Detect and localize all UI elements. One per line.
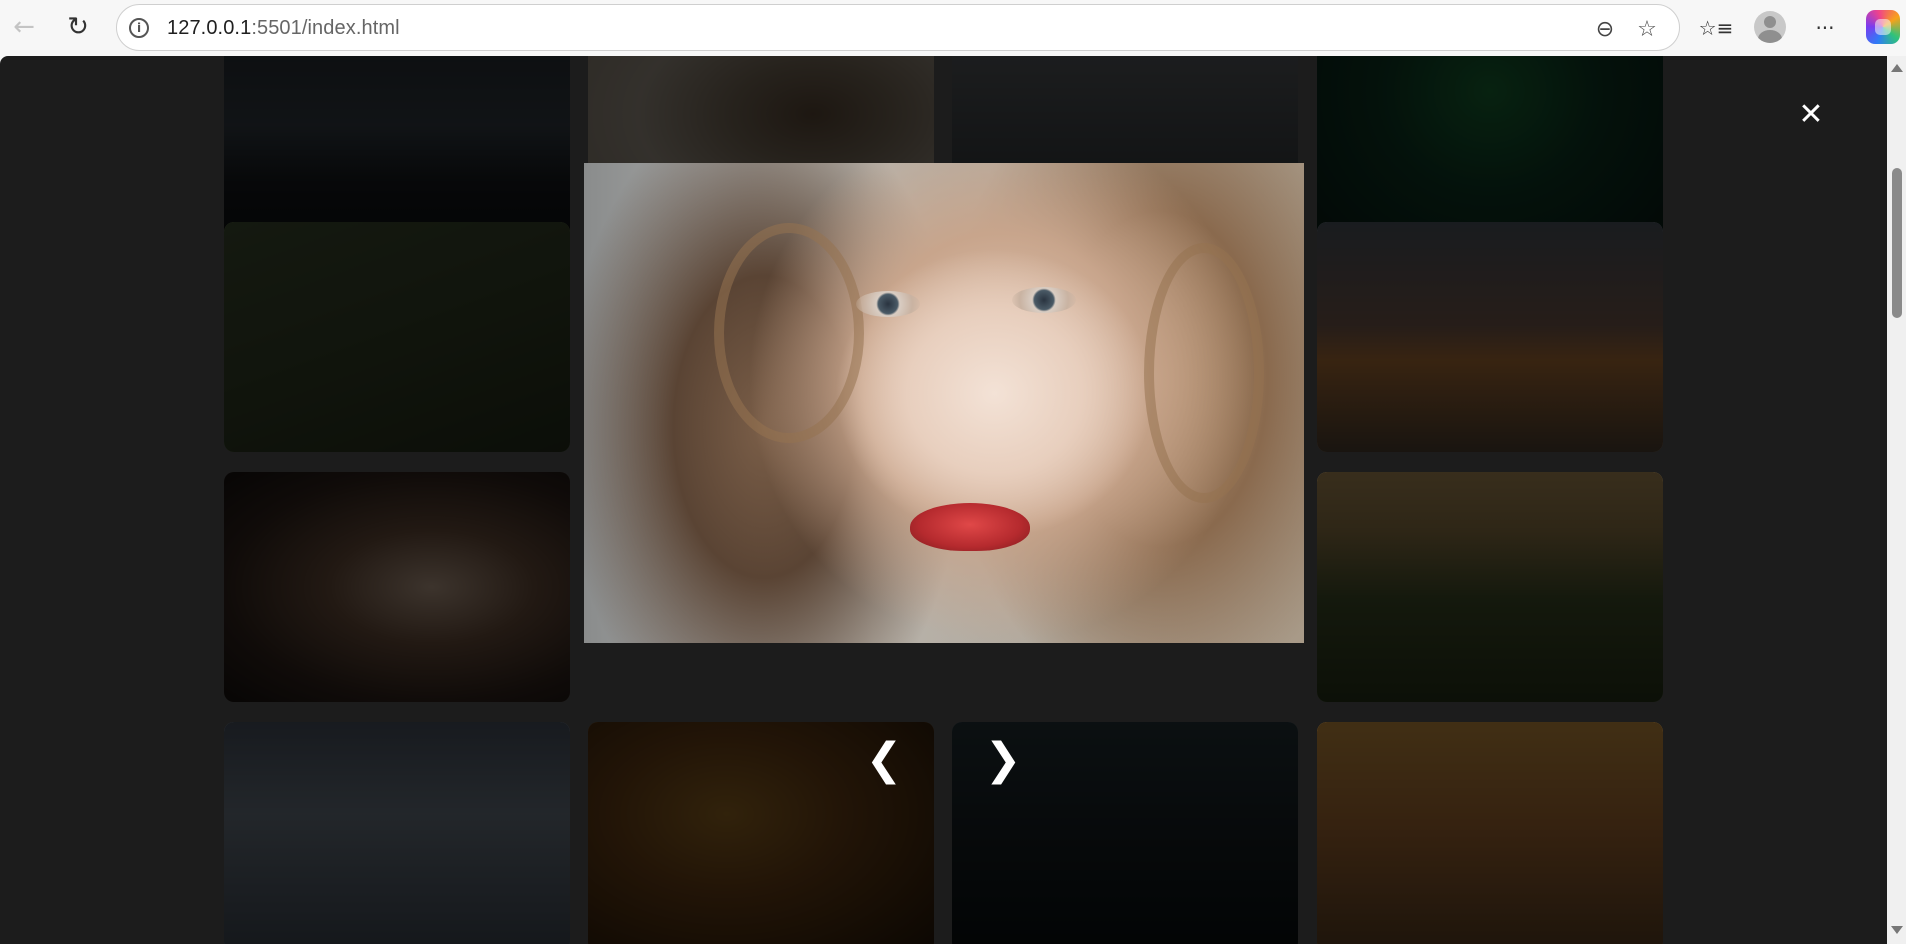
close-icon: ✕	[1798, 96, 1824, 132]
scroll-up-arrow-icon[interactable]	[1891, 64, 1903, 72]
browser-toolbar: ← ↻ i 127.0.0.1:5501/index.html ⊖ ☆ ☆≡ ·…	[0, 0, 1906, 56]
gallery-tile-grass-bike[interactable]	[224, 222, 570, 452]
scroll-down-arrow-icon[interactable]	[1891, 926, 1903, 934]
chevron-right-icon: ❯	[984, 733, 1022, 785]
chevron-left-icon: ❮	[865, 733, 903, 785]
reload-icon: ↻	[67, 12, 89, 42]
profile-avatar[interactable]	[1754, 11, 1786, 43]
gallery-tile-building[interactable]	[224, 722, 570, 944]
back-button[interactable]: ←	[4, 8, 44, 46]
eye-shape	[1012, 287, 1076, 313]
favorite-star-icon[interactable]: ☆	[1633, 15, 1661, 43]
gallery-tile-rails-sunset[interactable]	[1317, 222, 1663, 452]
eye-shape	[856, 291, 920, 317]
lips-shape	[910, 503, 1030, 551]
hair-shape	[1144, 243, 1264, 503]
url-path: :5501/index.html	[251, 17, 400, 39]
lightbox-next-button[interactable]: ❯	[984, 733, 1022, 785]
url-host: 127.0.0.1	[167, 17, 252, 39]
lightbox-close-button[interactable]: ✕	[1795, 96, 1827, 132]
arrow-left-icon: ←	[13, 12, 35, 42]
scroll-thumb[interactable]	[1892, 168, 1902, 318]
more-options-icon[interactable]: ···	[1805, 8, 1845, 48]
gallery-tile-woman[interactable]	[224, 472, 570, 702]
page-scrollbar[interactable]	[1887, 56, 1906, 944]
copilot-icon[interactable]	[1866, 10, 1900, 44]
lightbox-image	[584, 163, 1304, 643]
gallery-tile-palms[interactable]	[1317, 472, 1663, 702]
favorites-icon[interactable]: ☆≡	[1696, 8, 1736, 48]
site-info-icon[interactable]: i	[129, 18, 149, 38]
gallery-tile-field-sunset[interactable]	[1317, 722, 1663, 944]
zoom-out-icon[interactable]: ⊖	[1591, 15, 1619, 43]
lightbox-prev-button[interactable]: ❮	[865, 733, 903, 785]
url-text[interactable]: 127.0.0.1:5501/index.html	[167, 17, 400, 40]
reload-button[interactable]: ↻	[58, 8, 98, 46]
hair-shape	[714, 223, 864, 443]
address-bar[interactable]: i 127.0.0.1:5501/index.html ⊖ ☆	[116, 4, 1680, 51]
